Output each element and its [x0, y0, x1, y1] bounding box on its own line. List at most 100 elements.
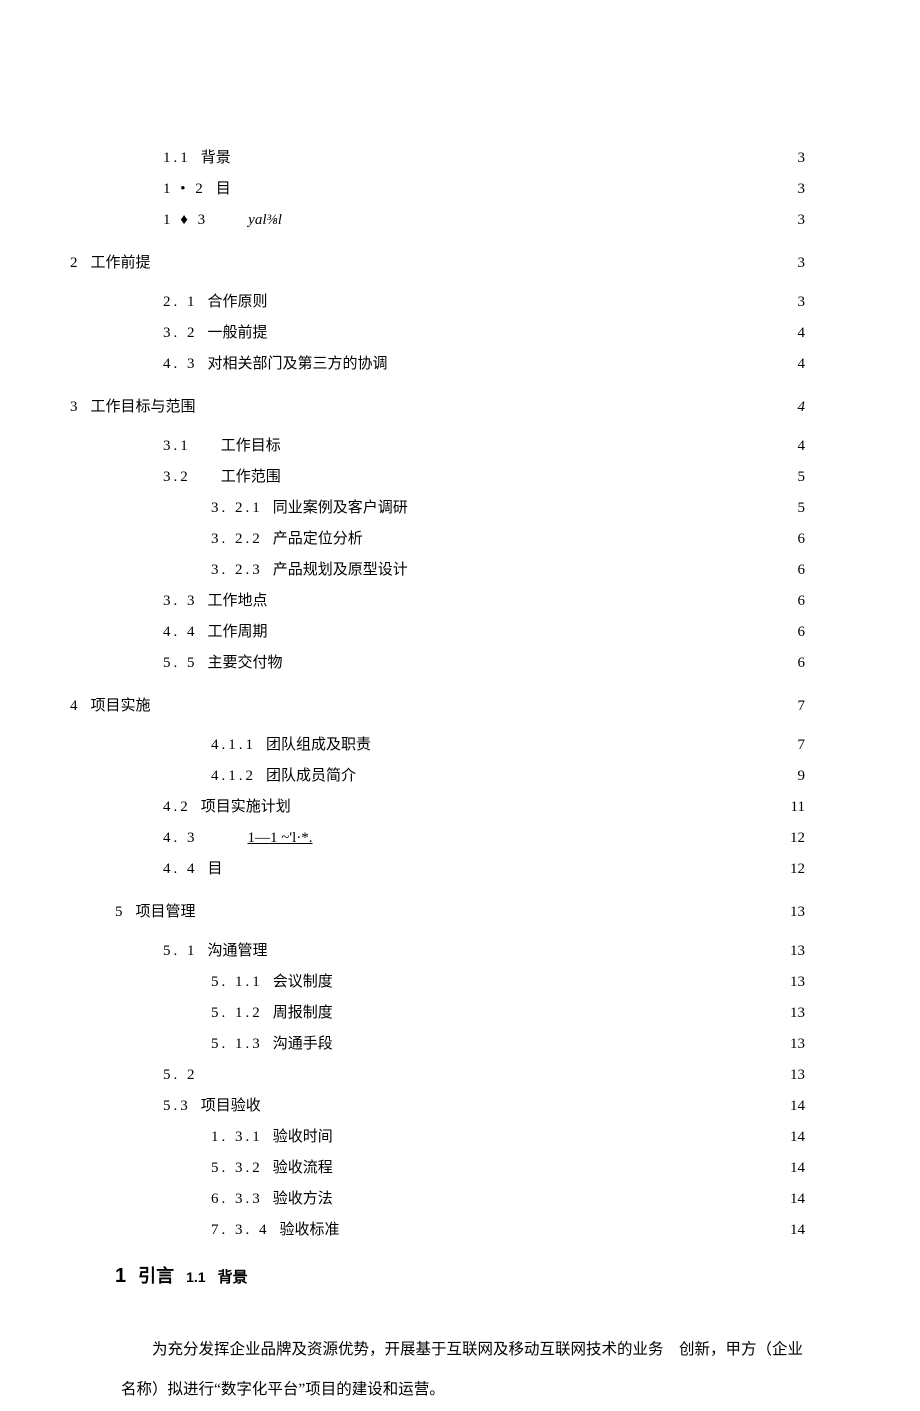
toc-label: 项目实施	[91, 693, 151, 720]
toc-num: 1 ♦ 3	[163, 207, 208, 234]
toc-label: 项目管理	[136, 899, 196, 926]
toc-num: 1. 3.1	[211, 1124, 263, 1151]
toc-entry: 5. 5 主要交付物 6	[163, 650, 805, 677]
toc-label: 产品定位分析	[273, 526, 363, 553]
toc-entry: 4. 3 1—1 ~'l·*. 12	[163, 825, 805, 852]
toc-num: 3. 3	[163, 588, 198, 615]
toc-page: 5	[781, 495, 805, 522]
toc-page: 3	[781, 207, 805, 234]
toc-page: 14	[781, 1093, 805, 1120]
toc-page: 14	[781, 1186, 805, 1213]
toc-num: 5. 5	[163, 650, 198, 677]
toc-entry: 4. 3对相关部门及第三方的协调4	[163, 351, 805, 378]
toc-page: 14	[781, 1124, 805, 1151]
toc-page: 13	[781, 899, 805, 926]
toc-label: 工作周期	[208, 619, 268, 646]
toc-label: 同业案例及客户调研	[273, 495, 408, 522]
toc-entry: 5. 1.1会议制度13	[211, 969, 805, 996]
toc-entry: 5. 3.2验收流程14	[211, 1155, 805, 1182]
heading-1-num: 1	[115, 1258, 126, 1294]
toc-entry: 6. 3.3验收方法14	[211, 1186, 805, 1213]
toc-num: 5. 1	[163, 938, 198, 965]
toc-entry: 4.1.1团队组成及职责7	[211, 732, 805, 759]
toc-label: 目	[208, 856, 223, 883]
toc-num: 3	[70, 394, 81, 421]
toc-label: 工作范围	[221, 464, 281, 491]
toc-label: 主要交付物	[208, 650, 283, 677]
toc-label: 沟通手段	[273, 1031, 333, 1058]
toc-label: yal⅜l	[248, 207, 282, 234]
toc-page: 3	[781, 145, 805, 172]
toc-entry: 3. 3 工作地点 6	[163, 588, 805, 615]
toc-page: 9	[781, 763, 805, 790]
toc-num: 5. 1.1	[211, 969, 263, 996]
toc-num: 4. 3	[163, 351, 198, 378]
toc-label: 验收方法	[273, 1186, 333, 1213]
toc-label: 合作原则	[208, 289, 268, 316]
toc-label: 周报制度	[273, 1000, 333, 1027]
toc-num: 4. 4	[163, 856, 198, 883]
toc-label: 1—1 ~'l·*.	[248, 825, 313, 852]
toc-num: 5. 2	[163, 1062, 198, 1089]
toc-entry: 3. 2 一般前提 4	[163, 320, 805, 347]
toc-label: 工作前提	[91, 250, 151, 277]
toc-entry: 1 • 2目3	[163, 176, 805, 203]
toc-num: 4. 4	[163, 619, 198, 646]
toc-entry: 2. 1合作原则3	[163, 289, 805, 316]
toc-entry: 7. 3. 4验收标准14	[211, 1217, 805, 1244]
toc-num: 4.1.1	[211, 732, 256, 759]
toc-entry: 5 项目管理 13	[115, 899, 805, 926]
toc-label: 工作目标	[221, 433, 281, 460]
toc-num: 4.2	[163, 794, 191, 821]
toc-num: 4	[70, 693, 81, 720]
toc-page: 13	[781, 969, 805, 996]
toc-page: 6	[781, 650, 805, 677]
toc-num: 4. 3	[163, 825, 198, 852]
toc-entry: 3. 2.3产品规划及原型设计6	[211, 557, 805, 584]
toc-page: 4	[781, 320, 805, 347]
toc-num: 5. 3.2	[211, 1155, 263, 1182]
toc-page: 3	[781, 176, 805, 203]
section-heading: 1 引言 1.1 背景	[115, 1258, 805, 1294]
toc-num: 3. 2.3	[211, 557, 263, 584]
toc-label: 项目实施计划	[201, 794, 291, 821]
toc-label: 项目验收	[201, 1093, 261, 1120]
toc-page: 11	[781, 794, 805, 821]
toc-label: 工作地点	[208, 588, 268, 615]
toc-label: 背景	[201, 145, 231, 172]
toc-entry: 5. 1.3 沟通手段 13	[211, 1031, 805, 1058]
toc-label: 验收时间	[273, 1124, 333, 1151]
toc-entry: 3.1工作目标4	[163, 433, 805, 460]
toc-page: 4	[781, 351, 805, 378]
toc-entry: 5. 1.2周报制度13	[211, 1000, 805, 1027]
toc-num: 4.1.2	[211, 763, 256, 790]
toc-num: 1 • 2	[163, 176, 206, 203]
toc-num: 3.2	[163, 464, 191, 491]
toc-label: 沟通管理	[208, 938, 268, 965]
toc-label: 一般前提	[208, 320, 268, 347]
toc-entry: 3.2工作范围5	[163, 464, 805, 491]
toc-page: 6	[781, 588, 805, 615]
toc-page: 6	[781, 619, 805, 646]
toc-page: 3	[781, 289, 805, 316]
toc-page: 12	[781, 825, 805, 852]
toc-label: 工作目标与范围	[91, 394, 196, 421]
toc-entry: 4.2 项目实施计划 11	[163, 794, 805, 821]
toc-label: 团队成员简介	[266, 763, 356, 790]
toc-entry: 3. 2.1同业案例及客户调研5	[211, 495, 805, 522]
toc-entry: 4 项目实施 7	[70, 693, 805, 720]
toc-num: 3. 2	[163, 320, 198, 347]
toc-entry: 3工作目标与范围4	[70, 394, 805, 421]
toc-num: 3. 2.2	[211, 526, 263, 553]
toc-entry: 2工作前提3	[70, 250, 805, 277]
toc-entry: 1. 3.1 验收时间 14	[211, 1124, 805, 1151]
body-paragraph: 为充分发挥企业品牌及资源优势，开展基于互联网及移动互联网技术的业务 创新，甲方（…	[121, 1330, 805, 1411]
toc-page: 12	[781, 856, 805, 883]
toc-num: 5. 1.3	[211, 1031, 263, 1058]
toc-entry: 5.3项目验收14	[163, 1093, 805, 1120]
toc-page: 7	[781, 693, 805, 720]
toc-num: 5	[115, 899, 126, 926]
toc-page: 13	[781, 1000, 805, 1027]
toc-page: 13	[781, 1031, 805, 1058]
toc-num: 3.1	[163, 433, 191, 460]
